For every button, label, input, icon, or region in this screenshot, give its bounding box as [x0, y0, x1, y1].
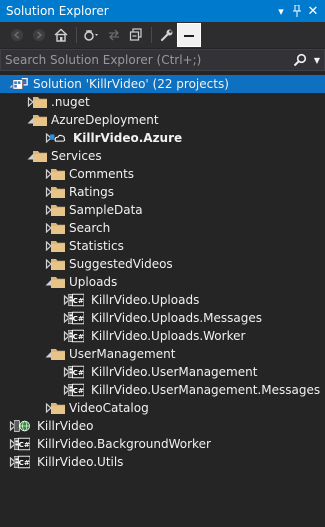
tree-item-label: KillrVideo.UserManagement: [91, 365, 258, 379]
svg-text:C#: C#: [73, 314, 84, 323]
tree-item-label: KillrVideo: [37, 419, 94, 433]
folder-icon: [32, 94, 48, 110]
tree-row[interactable]: SuggestedVideos: [0, 255, 325, 273]
folder-icon: [50, 400, 66, 416]
folder-icon: [50, 256, 66, 272]
tree-row[interactable]: C# KillrVideo.BackgroundWorker: [0, 435, 325, 453]
properties-wrench-icon[interactable]: [156, 24, 178, 46]
tree-item-label: Statistics: [69, 239, 124, 253]
back-icon[interactable]: [6, 24, 28, 46]
tree-item-label: KillrVideo.Uploads: [91, 293, 200, 307]
folder-icon: [50, 238, 66, 254]
folder-icon: [32, 148, 48, 164]
tree-item-label: Services: [51, 149, 102, 163]
home-icon[interactable]: [50, 24, 72, 46]
tree-item-label: SuggestedVideos: [69, 257, 173, 271]
toolbar: [0, 22, 325, 48]
tree-row[interactable]: Services: [0, 147, 325, 165]
window-title: Solution Explorer: [6, 4, 109, 18]
svg-text:C#: C#: [19, 458, 30, 467]
csharp-project-icon: C#: [68, 328, 84, 344]
search-input[interactable]: [1, 50, 290, 70]
tree-row[interactable]: Search: [0, 219, 325, 237]
tree-row[interactable]: C# KillrVideo.Uploads: [0, 291, 325, 309]
tree-item-label: KillrVideo.BackgroundWorker: [37, 437, 211, 451]
folder-icon: [50, 166, 66, 182]
tree-item-label: VideoCatalog: [69, 401, 149, 415]
bottom-edge: [0, 519, 325, 527]
svg-text:C#: C#: [73, 368, 84, 377]
tree-row[interactable]: C# KillrVideo.Utils: [0, 453, 325, 471]
svg-text:C#: C#: [73, 332, 84, 341]
tree-item-label: KillrVideo.Uploads.Messages: [91, 311, 262, 325]
tree-item-label: Comments: [69, 167, 135, 181]
solution-tree: Solution 'KillrVideo' (22 projects) .nuge…: [0, 75, 325, 471]
tree-row[interactable]: C# KillrVideo.Uploads.Messages: [0, 309, 325, 327]
tree-item-label: Search: [69, 221, 111, 235]
forward-icon[interactable]: [28, 24, 50, 46]
sync-with-active-document-icon[interactable]: [103, 24, 125, 46]
tree-item-label: Solution 'KillrVideo' (22 projects): [33, 77, 229, 91]
tree-item-label: KillrVideo.Utils: [37, 455, 124, 469]
tree-row[interactable]: C# KillrVideo.UserManagement.Messages: [0, 381, 325, 399]
toolbar-separator: [151, 27, 152, 43]
tree-row[interactable]: Solution 'KillrVideo' (22 projects): [0, 75, 325, 93]
tree-item-label: UserManagement: [69, 347, 176, 361]
tree-row[interactable]: C# KillrVideo.UserManagement: [0, 363, 325, 381]
tree-row[interactable]: UserManagement: [0, 345, 325, 363]
csharp-project-icon: C#: [68, 382, 84, 398]
csharp-project-icon: C#: [68, 310, 84, 326]
toolbar-separator: [76, 27, 77, 43]
tree-item-label: AzureDeployment: [51, 113, 159, 127]
folder-icon: [50, 184, 66, 200]
folder-icon: [50, 274, 66, 290]
folder-icon: [50, 202, 66, 218]
close-icon[interactable]: ✕: [305, 0, 321, 22]
tree-row[interactable]: .nuget: [0, 93, 325, 111]
tree-row[interactable]: KillrVideo: [0, 417, 325, 435]
tree-item-label: Ratings: [69, 185, 114, 199]
tree-row[interactable]: Statistics: [0, 237, 325, 255]
svg-text:C#: C#: [73, 386, 84, 395]
tree-item-label: KillrVideo.Uploads.Worker: [91, 329, 246, 343]
folder-icon: [50, 346, 66, 362]
svg-text:C#: C#: [73, 296, 84, 305]
tree-row[interactable]: Ratings: [0, 183, 325, 201]
tree-row[interactable]: AzureDeployment: [0, 111, 325, 129]
tree-row[interactable]: VideoCatalog: [0, 399, 325, 417]
solution-icon: [12, 76, 28, 92]
csharp-project-icon: C#: [68, 364, 84, 380]
tree-item-label: SampleData: [69, 203, 143, 217]
autohide-pin-icon[interactable]: [289, 0, 305, 22]
tree-row[interactable]: C# KillrVideo.Uploads.Worker: [0, 327, 325, 345]
svg-text:C#: C#: [19, 440, 30, 449]
tree-row[interactable]: Uploads: [0, 273, 325, 291]
tree-item-label: KillrVideo.Azure: [73, 131, 183, 145]
search-box: ▼: [0, 49, 325, 71]
csharp-project-icon: C#: [68, 292, 84, 308]
folder-icon: [32, 112, 48, 128]
tree-row[interactable]: KillrVideo.Azure: [0, 129, 325, 147]
pending-changes-filter-icon[interactable]: [81, 24, 103, 46]
collapse-all-icon[interactable]: [125, 24, 147, 46]
tree-item-label: Uploads: [69, 275, 118, 289]
tree-item-label: .nuget: [51, 95, 90, 109]
search-options-dropdown-icon[interactable]: ▼: [310, 50, 324, 70]
folder-icon: [50, 220, 66, 236]
web-project-icon: [14, 418, 30, 434]
tree-row[interactable]: SampleData: [0, 201, 325, 219]
csharp-project-icon: C#: [14, 454, 30, 470]
preview-selected-items-icon[interactable]: [177, 23, 201, 47]
cloud-project-icon: [50, 130, 66, 146]
window-position-dropdown[interactable]: ▾: [273, 0, 289, 22]
csharp-project-icon: C#: [14, 436, 30, 452]
title-bar: Solution Explorer ▾ ✕: [0, 0, 325, 22]
tree-item-label: KillrVideo.UserManagement.Messages: [91, 383, 321, 397]
tree-row[interactable]: Comments: [0, 165, 325, 183]
search-icon[interactable]: [290, 50, 310, 70]
